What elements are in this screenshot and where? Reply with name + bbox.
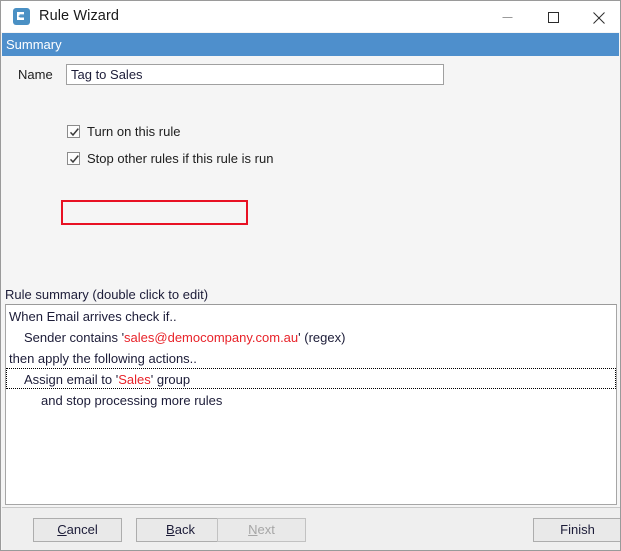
rule-summary-list[interactable]: When Email arrives check if.. Sender cont… (5, 304, 617, 505)
app-logo-icon (13, 8, 30, 25)
window-title: Rule Wizard (39, 8, 120, 24)
rule-summary-row[interactable]: then apply the following actions.. (6, 347, 616, 368)
close-icon[interactable] (576, 1, 620, 32)
rule-summary-row[interactable]: Assign email to 'Sales' group (6, 368, 616, 389)
rule-summary-row-text: Assign email to 'Sales' group (24, 372, 191, 387)
rule-summary-row-text: and stop processing more rules (41, 393, 223, 408)
checkmark-icon (67, 124, 80, 138)
back-button[interactable]: Back (136, 518, 225, 542)
rule-summary-row-text: then apply the following actions.. (9, 351, 197, 366)
rule-summary-row[interactable]: When Email arrives check if.. (6, 305, 616, 326)
step-title: Summary (6, 37, 62, 52)
step-header-bar: Summary (2, 33, 619, 56)
rule-summary-row[interactable]: Sender contains 'sales@democompany.com.a… (6, 326, 616, 347)
cancel-button[interactable]: Cancel (33, 518, 122, 542)
rule-summary-row-text: When Email arrives check if.. (9, 309, 177, 324)
checkbox-label: Stop other rules if this rule is run (87, 150, 274, 166)
next-button[interactable]: Next (217, 518, 306, 542)
checkbox-label: Turn on this rule (87, 123, 181, 139)
rule-wizard-window: Rule Wizard Summary Name Turn on t (0, 0, 621, 551)
finish-button[interactable]: Finish (533, 518, 620, 542)
rule-summary-row[interactable]: and stop processing more rules (6, 389, 616, 410)
checkmark-icon (67, 151, 80, 165)
rule-name-input[interactable] (66, 64, 444, 85)
rule-summary-row-text: Sender contains 'sales@democompany.com.a… (24, 330, 346, 345)
name-label: Name (18, 67, 53, 82)
maximize-icon[interactable] (530, 1, 576, 32)
title-bar: Rule Wizard (1, 1, 620, 32)
rule-summary-label: Rule summary (double click to edit) (5, 287, 209, 302)
highlight-annotation-box (61, 200, 248, 225)
footer-bar: Cancel Back Next Finish (2, 507, 620, 550)
content-pane: Name Turn on this rule Stop other rules … (2, 56, 620, 506)
rule-summary-highlight-text: Sales (118, 372, 151, 387)
rule-summary-highlight-text: sales@democompany.com.au (124, 330, 299, 345)
checkbox-stop-other-rules[interactable]: Stop other rules if this rule is run (67, 149, 273, 167)
checkbox-turn-on-rule[interactable]: Turn on this rule (67, 122, 180, 140)
minimize-icon[interactable] (484, 1, 530, 32)
